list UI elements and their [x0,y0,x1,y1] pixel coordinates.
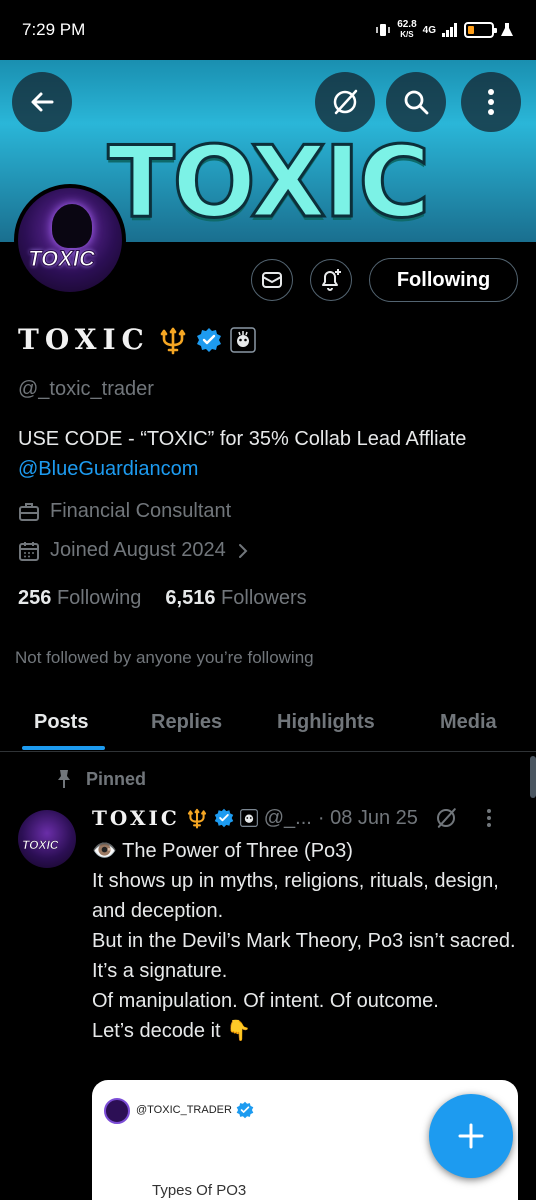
grok-button[interactable] [315,72,375,132]
signal-icon [442,23,457,37]
envelope-icon [262,272,282,288]
bio-text: USE CODE - “TOXIC” for 35% Collab Lead A… [18,428,467,450]
post-line: Let’s decode it 👇 [92,1020,252,1042]
followers-count-link[interactable]: 6,516 Followers [165,587,306,610]
more-vertical-icon[interactable] [486,808,492,828]
verified-badge-icon [236,1101,254,1119]
bell-plus-icon [322,269,341,291]
post-author-name[interactable]: TOXIC [92,806,180,830]
search-button[interactable] [386,72,446,132]
post-line: 👁️ The Power of Three (Po3) [92,840,353,862]
tab-replies[interactable]: Replies [151,692,222,752]
following-label: Following [56,587,142,609]
more-vertical-icon [488,89,494,115]
scrollbar[interactable] [530,756,536,798]
post-date[interactable]: · 08 Jun 25 [318,807,418,830]
post-line: It shows up in myths, religions, rituals… [92,870,499,922]
mutual-followers-note: Not followed by anyone you’re following [15,648,314,667]
profile-tabs: Posts Replies Highlights Media [0,692,536,752]
notify-button[interactable] [310,259,352,301]
post-author-handle: @_... [263,806,312,829]
profile-joined[interactable]: Joined August 2024 [18,539,250,562]
profile-job: Financial Consultant [18,500,231,523]
profile-bio: USE CODE - “TOXIC” for 35% Collab Lead A… [18,424,518,484]
back-button[interactable] [12,72,72,132]
compose-button[interactable] [429,1094,513,1178]
bio-mention-link[interactable]: @BlueGuardiancom [18,458,198,480]
display-name-row: TOXIC [18,323,256,356]
trident-icon [160,327,186,354]
calendar-icon [19,541,39,561]
affiliate-badge-icon [239,809,258,827]
tab-highlights[interactable]: Highlights [277,692,375,752]
followers-label: Followers [221,587,307,609]
post-header: TOXIC @_... · 08 Jun 25 [92,806,492,830]
slash-circle-icon [333,89,358,115]
chevron-right-icon [238,543,248,558]
follow-counts: 256 Following 6,516 Followers [18,587,307,610]
more-button[interactable] [461,72,521,132]
message-button[interactable] [251,259,293,301]
status-icons: 62.8 K/S 4G [375,20,514,40]
active-tab-indicator [22,746,105,750]
following-count-link[interactable]: 256 Following [18,587,141,610]
pinned-label-row: Pinned [54,768,146,790]
post-author-avatar[interactable]: TOXIC [18,810,76,868]
arrow-left-icon [31,92,54,112]
post-avatar-label: TOXIC [22,838,59,853]
verified-badge-icon [214,808,233,828]
post-line: It’s a signature. [92,960,228,982]
avatar-label: TOXIC [28,246,96,272]
display-name: TOXIC [18,323,150,356]
affiliate-badge-icon[interactable] [230,326,256,353]
slash-circle-icon[interactable] [434,806,458,830]
tab-posts[interactable]: Posts [34,692,88,752]
job-text: Financial Consultant [50,500,232,522]
pin-icon [58,770,70,788]
verified-badge-icon[interactable] [196,327,222,353]
embed-handle: @TOXIC_TRADER [136,1104,232,1116]
battery-icon [464,22,497,38]
net-speed: 62.8 K/S [397,19,417,40]
plus-icon [458,1123,484,1149]
post-line: Of manipulation. Of intent. Of outcome. [92,990,439,1012]
vibrate-icon [376,24,390,36]
status-time: 7:29 PM [22,20,86,39]
network-type: 4G [422,24,436,36]
embed-avatar [104,1098,130,1124]
search-icon [404,90,429,115]
post-line: But in the Devil’s Mark Theory, Po3 isn’… [92,930,516,952]
pinned-label: Pinned [86,768,147,789]
post-text: 👁️ The Power of Three (Po3) It shows up … [92,836,522,1046]
avatar-figure [52,204,92,248]
followers-count: 6,516 [165,587,216,609]
following-count: 256 [18,587,52,609]
tab-media[interactable]: Media [440,692,497,752]
embed-subtitle: Types Of PO3 [152,1182,247,1199]
profile-avatar[interactable]: TOXIC [14,184,126,296]
joined-text: Joined August 2024 [50,539,226,561]
briefcase-icon [19,502,39,521]
status-bar: 7:29 PM 62.8 K/S 4G [0,0,536,60]
trident-icon [187,808,206,829]
following-button[interactable]: Following [369,258,518,302]
flask-icon [501,23,513,36]
profile-handle: @_toxic_trader [18,378,154,400]
